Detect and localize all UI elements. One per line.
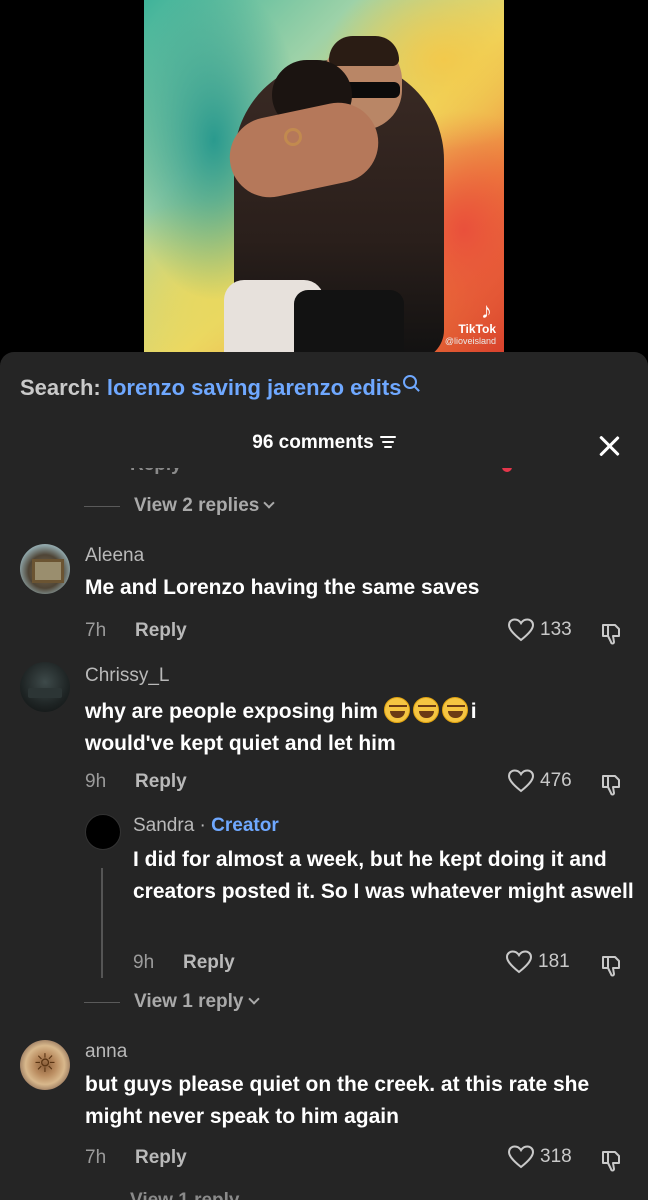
- divider: [84, 1001, 120, 1003]
- laughing-emoji-icon: [412, 697, 439, 723]
- like-button[interactable]: 181: [506, 950, 570, 974]
- search-prefix: Search:: [20, 375, 101, 400]
- video-person-legs-2: [294, 290, 404, 352]
- earring: [284, 128, 302, 146]
- like-button[interactable]: 318: [508, 1145, 572, 1169]
- comments-sheet: Search: lorenzo saving jarenzo edits 96 …: [0, 352, 648, 1200]
- filter-icon[interactable]: [379, 435, 396, 449]
- comment-meta: 7h Reply: [85, 620, 187, 642]
- cut-off-heart-icon: [502, 468, 512, 472]
- reply-button[interactable]: Reply: [135, 1147, 187, 1169]
- cut-off-text: View 1 reply: [130, 1190, 240, 1200]
- comment-time: 7h: [85, 620, 107, 641]
- chevron-down-icon: [263, 497, 276, 509]
- reply-username[interactable]: Sandra · Creator: [133, 815, 279, 837]
- comment-time: 9h: [85, 771, 107, 792]
- comment-username[interactable]: Aleena: [85, 545, 144, 567]
- watermark-handle: @lioveisland: [444, 336, 496, 346]
- thread-line: [101, 868, 103, 978]
- watermark-brand: TikTok: [458, 322, 496, 336]
- comment-username[interactable]: anna: [85, 1041, 127, 1063]
- video-frame[interactable]: ♪ TikTok @lioveisland: [144, 0, 504, 352]
- dislike-icon[interactable]: [600, 954, 624, 978]
- like-button[interactable]: 133: [508, 618, 572, 642]
- like-button[interactable]: 476: [508, 769, 572, 793]
- chevron-down-icon: [247, 993, 260, 1005]
- reply-username-text: Sandra: [133, 815, 195, 836]
- like-count: 318: [540, 1146, 572, 1167]
- reply-button[interactable]: Reply: [135, 620, 187, 642]
- heart-icon: [508, 1145, 534, 1169]
- close-icon[interactable]: [597, 434, 621, 458]
- avatar[interactable]: [20, 1040, 70, 1090]
- view-replies-label: View 1 reply: [134, 991, 244, 1012]
- comment-time: 7h: [85, 1147, 107, 1168]
- tiktok-logo-icon: ♪: [481, 298, 492, 323]
- heart-icon: [508, 618, 534, 642]
- comments-header: 96 comments: [0, 432, 648, 458]
- comment-text[interactable]: Me and Lorenzo having the same saves: [85, 572, 479, 604]
- reply-button[interactable]: Reply: [183, 952, 235, 974]
- search-suggestion[interactable]: Search: lorenzo saving jarenzo edits: [20, 374, 418, 402]
- reply-time: 9h: [133, 952, 155, 973]
- laughing-emoji-icon: [383, 697, 410, 723]
- cut-off-view-replies: View 1 reply: [130, 1190, 270, 1200]
- comment-text-line1: why are people exposing him: [85, 700, 378, 723]
- creator-badge: Creator: [211, 815, 279, 836]
- comment-text[interactable]: why are people exposing him i would've k…: [85, 692, 605, 760]
- laughing-emoji-icon: [441, 697, 468, 723]
- sunglasses: [344, 82, 400, 98]
- view-replies-label: View 2 replies: [134, 495, 260, 516]
- dislike-icon[interactable]: [600, 1149, 624, 1173]
- tiktok-watermark: ♪ TikTok @lioveisland: [444, 298, 496, 347]
- reply-meta: 9h Reply: [133, 952, 235, 974]
- dislike-icon[interactable]: [600, 773, 624, 797]
- view-replies-button[interactable]: View 1 reply: [84, 991, 260, 1013]
- comment-meta: 9h Reply: [85, 771, 187, 793]
- like-count: 476: [540, 770, 572, 791]
- avatar[interactable]: [20, 544, 70, 594]
- comment-text[interactable]: but guys please quiet on the creek. at t…: [85, 1069, 630, 1133]
- dislike-icon[interactable]: [600, 622, 624, 646]
- video-person-hair: [329, 36, 399, 66]
- comment-text-line2: would've kept quiet and let him: [85, 732, 396, 755]
- search-icon: [403, 375, 418, 389]
- view-replies-button[interactable]: View 2 replies: [84, 495, 276, 517]
- search-query-link[interactable]: lorenzo saving jarenzo edits: [107, 375, 402, 400]
- cut-off-reply-text: Reply: [130, 468, 182, 476]
- heart-icon: [508, 769, 534, 793]
- avatar[interactable]: [20, 662, 70, 712]
- divider: [84, 505, 120, 507]
- comment-username[interactable]: Chrissy_L: [85, 665, 169, 687]
- reply-text[interactable]: I did for almost a week, but he kept doi…: [133, 844, 638, 908]
- cut-off-row: Reply: [130, 468, 630, 478]
- reply-button[interactable]: Reply: [135, 771, 187, 793]
- comment-meta: 7h Reply: [85, 1147, 187, 1169]
- video-player[interactable]: ♪ TikTok @lioveisland: [0, 0, 648, 360]
- like-count: 181: [538, 951, 570, 972]
- like-count: 133: [540, 619, 572, 640]
- comment-count: 96 comments: [252, 432, 374, 453]
- comment-text-suffix: i: [470, 700, 477, 723]
- heart-icon: [506, 950, 532, 974]
- avatar[interactable]: [85, 814, 121, 850]
